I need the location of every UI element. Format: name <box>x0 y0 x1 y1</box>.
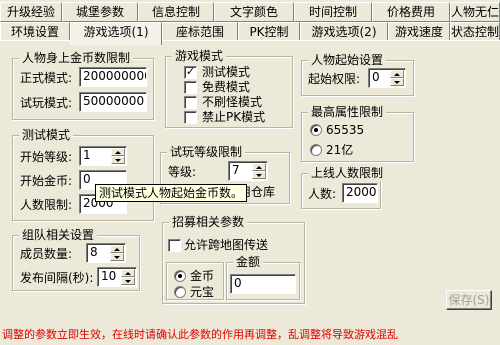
tab-castle-params[interactable]: 城堡参数 <box>62 2 138 22</box>
recruit-title: 招募相关参数 <box>169 214 248 230</box>
official-mode-input[interactable]: 200000000 <box>79 67 147 87</box>
amount-input[interactable]: 0 <box>230 274 296 294</box>
tab-game-options-1[interactable]: 游戏选项(1) <box>70 22 162 45</box>
no-monster-option-label: 不刷怪模式 <box>202 95 263 109</box>
tab-row-2: 环境设置 游戏选项(1) 座标范围 PK控制 游戏选项(2) 游戏速度 状态控制 <box>0 22 500 45</box>
trial-level-label: 等级: <box>168 165 197 179</box>
interval-spinner[interactable] <box>121 269 135 285</box>
tab-status-control[interactable]: 状态控制 <box>450 22 500 42</box>
player-limit-label: 人数限制: <box>20 198 73 212</box>
currency-gold-label: 金币 <box>190 269 215 283</box>
tab-info-control[interactable]: 信息控制 <box>138 2 214 22</box>
status-message: 调整的参数立即生效，在线时请确认此参数的作用再调整，乱调整将导致游戏混乱 <box>2 328 398 341</box>
cross-map-label: 允许跨地图传送 <box>184 238 269 252</box>
free-mode-option-label: 免费模式 <box>202 80 251 94</box>
members-input[interactable]: 8 <box>86 243 126 263</box>
test-mode-checkbox[interactable]: ✓ <box>184 66 197 79</box>
tab-coord-range[interactable]: 座标范围 <box>162 22 238 42</box>
interval-input[interactable]: 10 <box>97 267 137 287</box>
trial-mode-label: 试玩模式: <box>20 96 73 110</box>
cross-map-checkbox[interactable] <box>168 239 181 252</box>
start-level-input[interactable]: 1 <box>79 146 127 166</box>
tab-upgrade-exp[interactable]: 升级经验 <box>0 2 62 22</box>
tab-row-1: 升级经验 城堡参数 信息控制 文字颜色 时间控制 价格费用 人物无仁 <box>0 2 500 22</box>
trial-level-title: 试玩等级限制 <box>167 144 246 160</box>
currency-gold-radio[interactable] <box>174 270 186 282</box>
online-limit-title: 上线人数限制 <box>308 165 387 181</box>
gold-limit-title: 人物身上金币数限制 <box>19 50 134 66</box>
start-level-label: 开始等级: <box>20 150 73 164</box>
attr-21yi-radio[interactable] <box>310 144 322 156</box>
tab-environment[interactable]: 环境设置 <box>0 22 70 42</box>
test-mode-title: 测试模式 <box>19 127 74 143</box>
free-mode-checkbox[interactable] <box>184 81 197 94</box>
no-pk-option-label: 禁止PK模式 <box>202 110 266 124</box>
team-title: 组队相关设置 <box>19 227 98 243</box>
currency-yuanbao-radio[interactable] <box>174 286 186 298</box>
members-value: 8 <box>90 245 98 259</box>
start-gold-label: 开始金币: <box>20 174 73 188</box>
members-spinner[interactable] <box>110 245 124 261</box>
no-pk-checkbox[interactable] <box>184 111 197 124</box>
trial-level-value: 7 <box>232 163 240 177</box>
interval-label: 发布间隔(秒): <box>20 271 94 285</box>
tab-pk-control[interactable]: PK控制 <box>238 22 300 42</box>
tooltip: 测试模式人物起始金币数。 <box>95 184 248 202</box>
tab-player-misc[interactable]: 人物无仁 <box>450 2 500 22</box>
start-settings-title: 人物起始设置 <box>308 52 387 68</box>
online-limit-input[interactable]: 2000 <box>342 183 378 203</box>
test-mode-option-label: 测试模式 <box>202 65 251 79</box>
tab-time-control[interactable]: 时间控制 <box>294 2 372 22</box>
tab-text-color[interactable]: 文字颜色 <box>214 2 294 22</box>
tab-game-speed[interactable]: 游戏速度 <box>388 22 450 42</box>
tab-price-fees[interactable]: 价格费用 <box>372 2 450 22</box>
trial-level-spinner[interactable] <box>252 163 266 179</box>
start-perm-value: 0 <box>372 70 380 84</box>
tab-game-options-2[interactable]: 游戏选项(2) <box>300 22 388 42</box>
official-mode-label: 正式模式: <box>20 71 73 85</box>
trial-level-input[interactable]: 7 <box>228 161 268 181</box>
game-mode-title: 游戏模式 <box>172 48 227 64</box>
start-perm-spinner[interactable] <box>390 70 404 86</box>
start-level-spinner[interactable] <box>111 148 125 164</box>
start-perm-label: 起始权限: <box>308 72 361 86</box>
start-perm-input[interactable]: 0 <box>368 68 406 88</box>
amount-title: 金额 <box>233 254 264 270</box>
members-label: 成员数量: <box>20 247 73 261</box>
start-gold-value: 0 <box>83 172 91 186</box>
interval-value: 10 <box>101 269 117 283</box>
attr-21yi-label: 21亿 <box>326 143 354 157</box>
start-level-value: 1 <box>83 148 91 162</box>
save-button[interactable]: 保存(S) <box>446 290 492 310</box>
online-limit-label: 人数: <box>308 187 337 201</box>
attr-65535-label: 65535 <box>326 123 365 137</box>
no-monster-checkbox[interactable] <box>184 96 197 109</box>
attr-65535-radio[interactable] <box>310 124 322 136</box>
currency-yuanbao-label: 元宝 <box>190 285 215 299</box>
max-attr-title: 最高属性限制 <box>308 104 387 120</box>
trial-mode-input[interactable]: 50000000 <box>79 92 147 112</box>
